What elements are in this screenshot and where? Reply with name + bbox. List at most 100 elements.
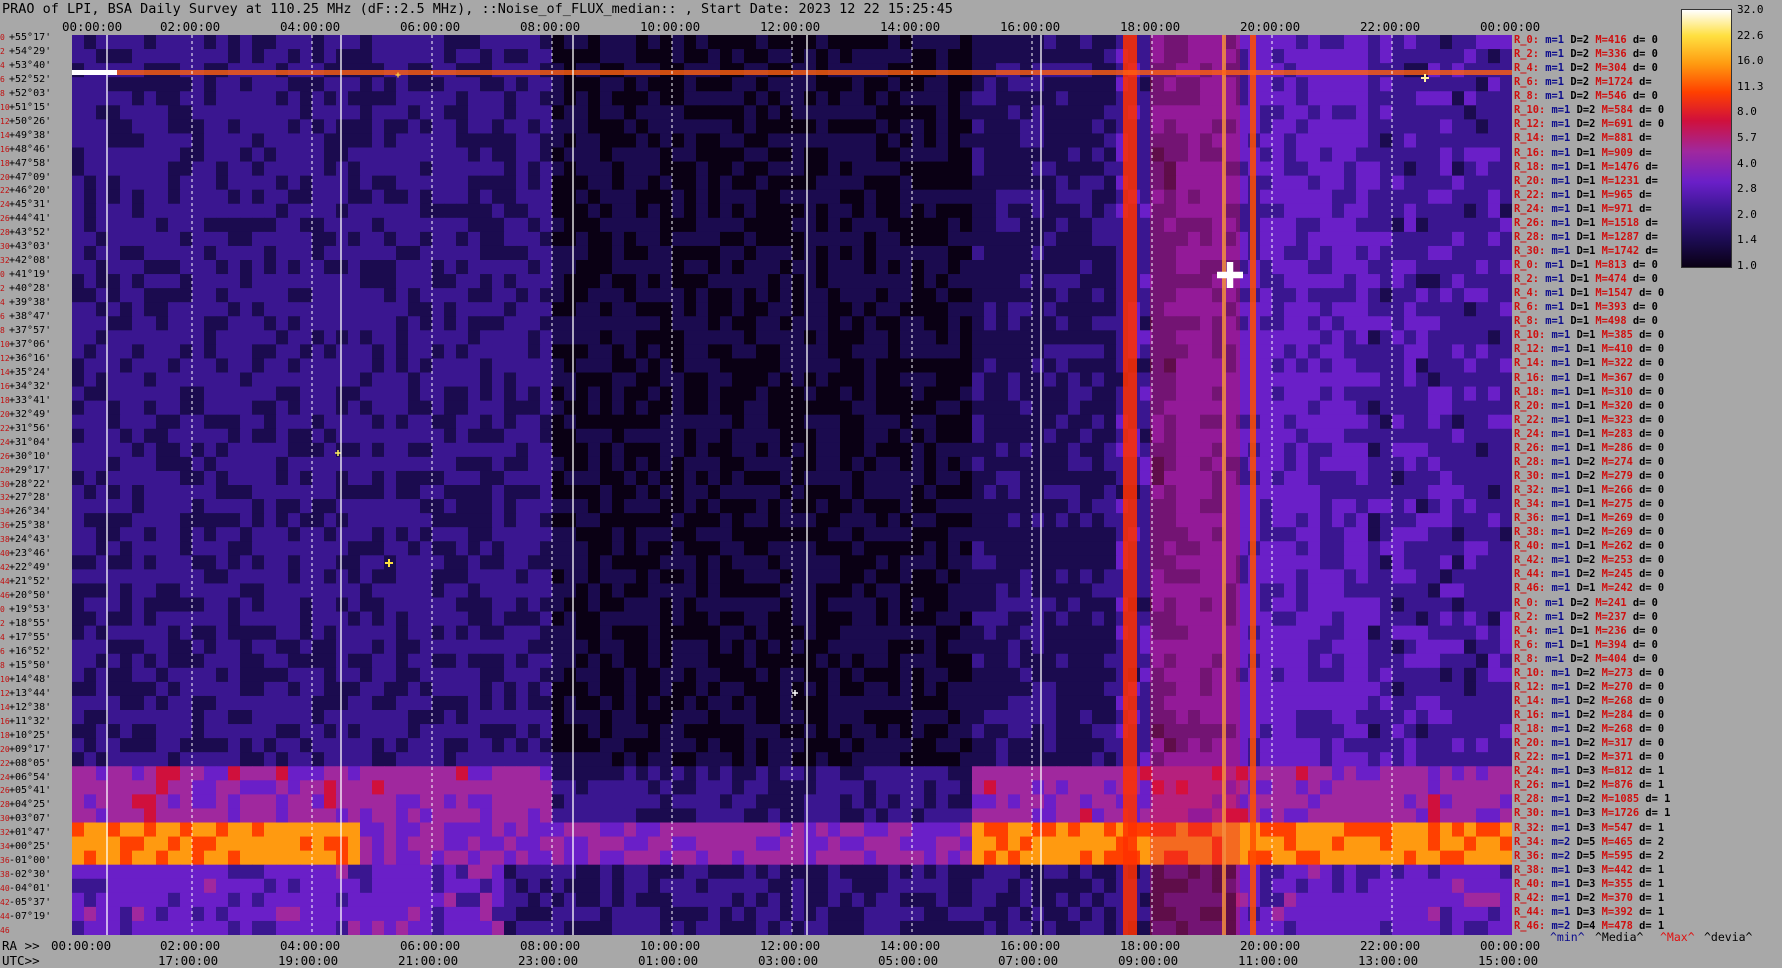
heat-cell — [1092, 456, 1105, 472]
heat-cell — [996, 302, 1009, 317]
heat-cell — [912, 189, 925, 205]
heat-cell — [372, 105, 385, 120]
heat-cell — [252, 611, 265, 627]
heat-cell — [1308, 231, 1321, 247]
heat-cell — [672, 456, 685, 472]
heat-cell — [1404, 274, 1417, 289]
heat-cell — [960, 147, 973, 162]
heat-cell — [876, 541, 889, 556]
heat-cell — [1020, 372, 1033, 387]
heat-cell — [672, 316, 685, 331]
heat-cell — [120, 344, 133, 359]
heat-cell — [1392, 245, 1405, 261]
heat-cell — [84, 499, 97, 514]
heat-cell — [1380, 133, 1393, 148]
heat-cell — [1404, 372, 1417, 387]
heat-cell — [768, 414, 781, 430]
heat-cell — [156, 288, 169, 303]
heat-cell — [960, 456, 973, 472]
heat-cell — [144, 470, 157, 486]
heat-cell — [384, 569, 397, 584]
heat-cell — [552, 372, 565, 387]
heat-cell — [1488, 555, 1501, 570]
heat-cell — [408, 499, 421, 514]
heat-cell — [1416, 302, 1429, 317]
heat-cell — [1284, 175, 1297, 191]
heat-cell — [1320, 274, 1333, 289]
heat-cell — [288, 428, 301, 444]
heat-cell — [792, 161, 805, 177]
heat-cell — [216, 274, 229, 289]
heat-cell — [396, 274, 409, 289]
heat-cell — [1068, 274, 1081, 289]
heat-cell — [192, 133, 205, 148]
heat-cell — [144, 288, 157, 303]
heat-cell — [1272, 414, 1285, 430]
heat-cell — [1344, 91, 1357, 106]
heat-cell — [408, 260, 421, 275]
heat-cell — [852, 316, 865, 331]
heat-cell — [924, 217, 937, 233]
heat-cell — [1500, 428, 1512, 444]
heat-cell — [696, 499, 709, 514]
heat-cell — [516, 597, 529, 612]
heat-cell — [300, 372, 313, 387]
heat-cell — [384, 442, 397, 458]
heat-cell — [624, 344, 637, 359]
heat-cell — [204, 541, 217, 556]
heat-cell — [996, 330, 1009, 345]
heat-cell — [1356, 203, 1369, 219]
heat-cell — [1488, 400, 1501, 416]
heat-cell — [588, 274, 601, 289]
heat-cell — [600, 569, 613, 584]
heat-cell — [972, 175, 985, 191]
heat-cell — [396, 217, 409, 233]
heat-cell — [588, 133, 601, 148]
heat-cell — [420, 414, 433, 430]
heat-cell — [1056, 513, 1069, 528]
heat-cell — [1044, 583, 1057, 598]
heat-cell — [672, 119, 685, 134]
heat-cell — [156, 456, 169, 472]
heat-cell — [492, 133, 505, 148]
heat-cell — [408, 245, 421, 261]
heat-cell — [108, 288, 121, 303]
heat-cell — [852, 35, 865, 50]
heat-cell — [564, 49, 577, 64]
heat-cell — [672, 611, 685, 627]
heat-cell — [1296, 105, 1309, 120]
heat-cell — [384, 147, 397, 162]
heat-cell — [948, 105, 961, 120]
heat-cell — [1284, 274, 1297, 289]
heat-cell — [648, 400, 661, 416]
heat-cell — [1392, 302, 1405, 317]
heat-cell — [240, 414, 253, 430]
heat-cell — [1044, 147, 1057, 162]
heat-cell — [756, 611, 769, 627]
heat-cell — [696, 119, 709, 134]
heat-cell — [204, 527, 217, 542]
heat-cell — [1320, 302, 1333, 317]
heat-cell — [684, 302, 697, 317]
heat-cell — [960, 260, 973, 275]
heat-cell — [984, 274, 997, 289]
heat-cell — [480, 203, 493, 219]
heat-cell — [228, 597, 241, 612]
heat-cell — [300, 583, 313, 598]
heat-cell — [1260, 133, 1273, 148]
heat-cell — [252, 597, 265, 612]
heat-cell — [384, 400, 397, 416]
heat-cell — [1380, 231, 1393, 247]
heat-cell — [588, 288, 601, 303]
heat-cell — [600, 330, 613, 345]
heat-cell — [552, 456, 565, 472]
heat-cell — [624, 274, 637, 289]
heat-cell — [240, 35, 253, 50]
heat-cell — [444, 77, 457, 92]
heat-cell — [204, 77, 217, 92]
heat-cell — [432, 470, 445, 486]
heat-cell — [1452, 316, 1465, 331]
heat-cell — [408, 386, 421, 402]
heat-cell — [216, 555, 229, 570]
heat-cell — [372, 583, 385, 598]
